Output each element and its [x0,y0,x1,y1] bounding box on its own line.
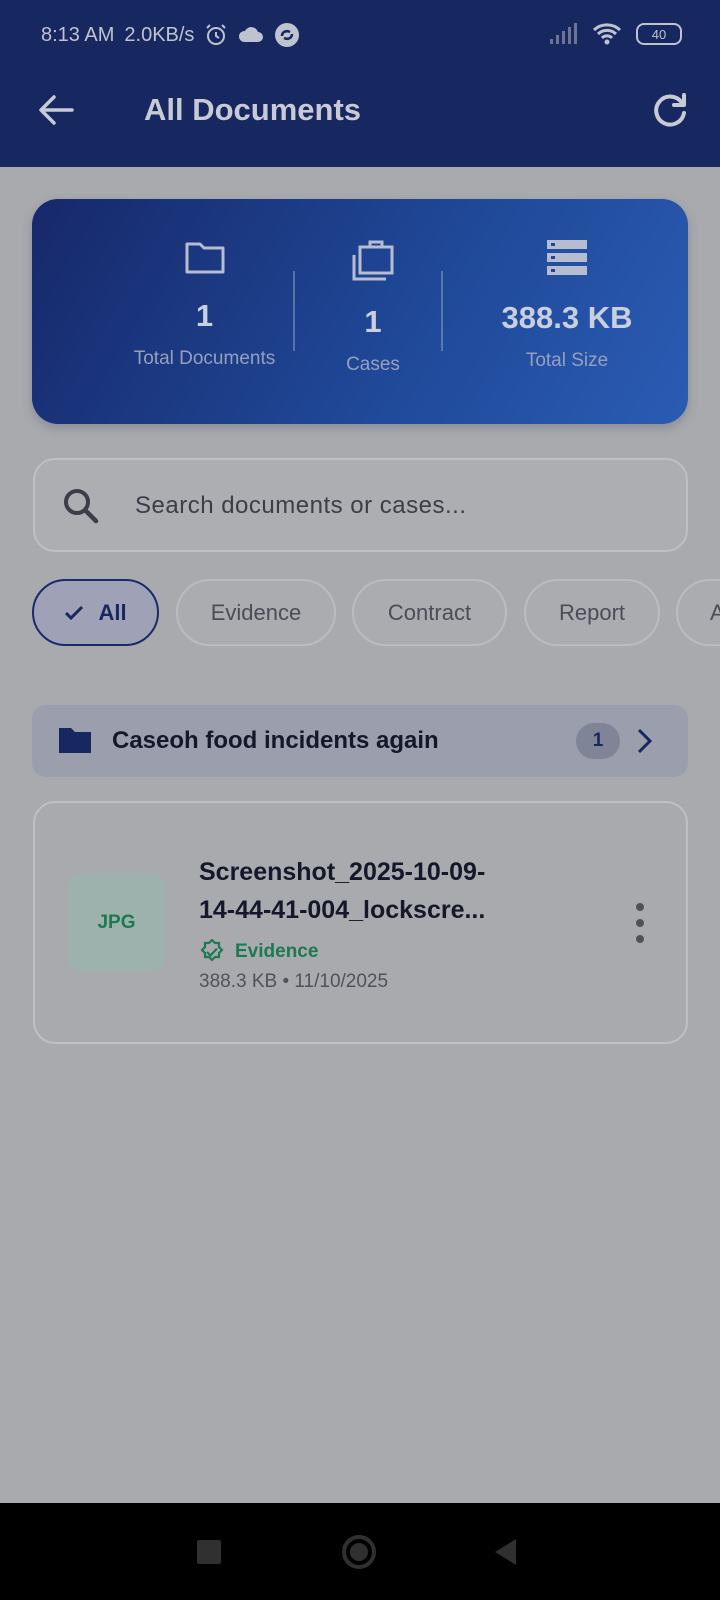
document-name-line: 14-44-41-004_lockscre... [199,896,486,924]
battery-icon: 40 [636,23,682,45]
sync-app-icon [275,23,300,47]
more-vert-dot [636,919,644,927]
document-name-line: Screenshot_2025-10-09- [199,858,486,886]
folder-icon [185,242,224,274]
page-title: All Documents [144,92,362,127]
total-documents-label: Total Documents [133,348,276,369]
file-type-thumbnail: JPG [67,873,166,972]
total-size-value: 388.3 KB [501,300,633,335]
stat-total-documents: 1 Total Documents [92,239,317,370]
stat-total-size: 388.3 KB Total Size [462,239,672,372]
system-navigation-bar [0,1503,720,1600]
case-count-badge: 1 [576,723,620,759]
search-bar[interactable] [33,458,688,552]
filter-chip-evidence[interactable]: Evidence [176,579,336,646]
document-tag: Evidence [199,939,318,965]
more-vert-icon [636,903,644,911]
search-icon [64,489,99,524]
filter-chip-more[interactable]: A [676,579,720,646]
briefcase-stack-icon [352,240,394,281]
stat-divider [293,271,295,351]
status-network-speed: 2.0KB/s [124,23,195,46]
total-documents-value: 1 [195,298,214,333]
case-group-header[interactable]: Caseoh food incidents again 1 [32,705,688,777]
filter-chip-label: Contract [387,599,472,625]
alarm-icon [206,24,227,45]
home-circle-icon[interactable] [341,1534,377,1570]
filter-chip-label: A [710,599,720,625]
filter-chip-label: Report [558,599,626,625]
stat-cases: 1 Cases [308,239,438,376]
search-input[interactable] [135,480,655,532]
document-meta: 388.3 KB • 11/10/2025 [199,971,389,992]
filter-chip-report[interactable]: Report [524,579,660,646]
cases-label: Cases [346,354,400,375]
document-name: Screenshot_2025-10-09- 14-44-41-004_lock… [199,853,539,929]
total-size-label: Total Size [525,350,609,371]
filter-chip-contract[interactable]: Contract [352,579,507,646]
storage-icon [547,240,587,275]
filter-chips: All Evidence Contract Report A [32,579,720,647]
document-card[interactable]: JPG Screenshot_2025-10-09- 14-44-41-004_… [33,801,688,1044]
verified-badge-icon [200,939,224,962]
cases-value: 1 [364,304,382,339]
wifi-icon [592,23,622,45]
stats-card: 1 Total Documents 1 Cases 388.3 KB Total… [32,199,688,424]
more-options-button[interactable] [625,903,655,943]
battery-level: 40 [651,26,667,42]
app-header: 8:13 AM 2.0KB/s 40 All Documents [0,0,720,167]
filter-chip-label: All [98,599,127,625]
case-name: Caseoh food incidents again [112,727,439,754]
check-icon [65,605,84,620]
refresh-icon [654,93,686,127]
document-tag-label: Evidence [235,941,319,962]
file-type-label: JPG [97,911,136,933]
status-time: 8:13 AM [41,23,115,46]
back-triangle-icon[interactable] [492,1537,518,1567]
filter-chip-label: Evidence [210,599,302,625]
filter-chip-all[interactable]: All [32,579,159,646]
folder-filled-icon [59,728,91,753]
arrow-left-icon [39,95,74,125]
status-left: 8:13 AM 2.0KB/s [41,22,300,48]
more-vert-dot [636,935,644,943]
stat-divider [441,271,443,351]
recents-square-icon[interactable] [196,1539,222,1565]
status-bar: 8:13 AM 2.0KB/s 40 [0,0,720,70]
signal-icon [550,23,577,44]
chevron-right-icon [637,728,653,754]
refresh-button[interactable] [648,88,692,132]
back-button[interactable] [36,90,76,130]
status-right: 40 [548,22,682,46]
cloud-icon [239,27,264,42]
